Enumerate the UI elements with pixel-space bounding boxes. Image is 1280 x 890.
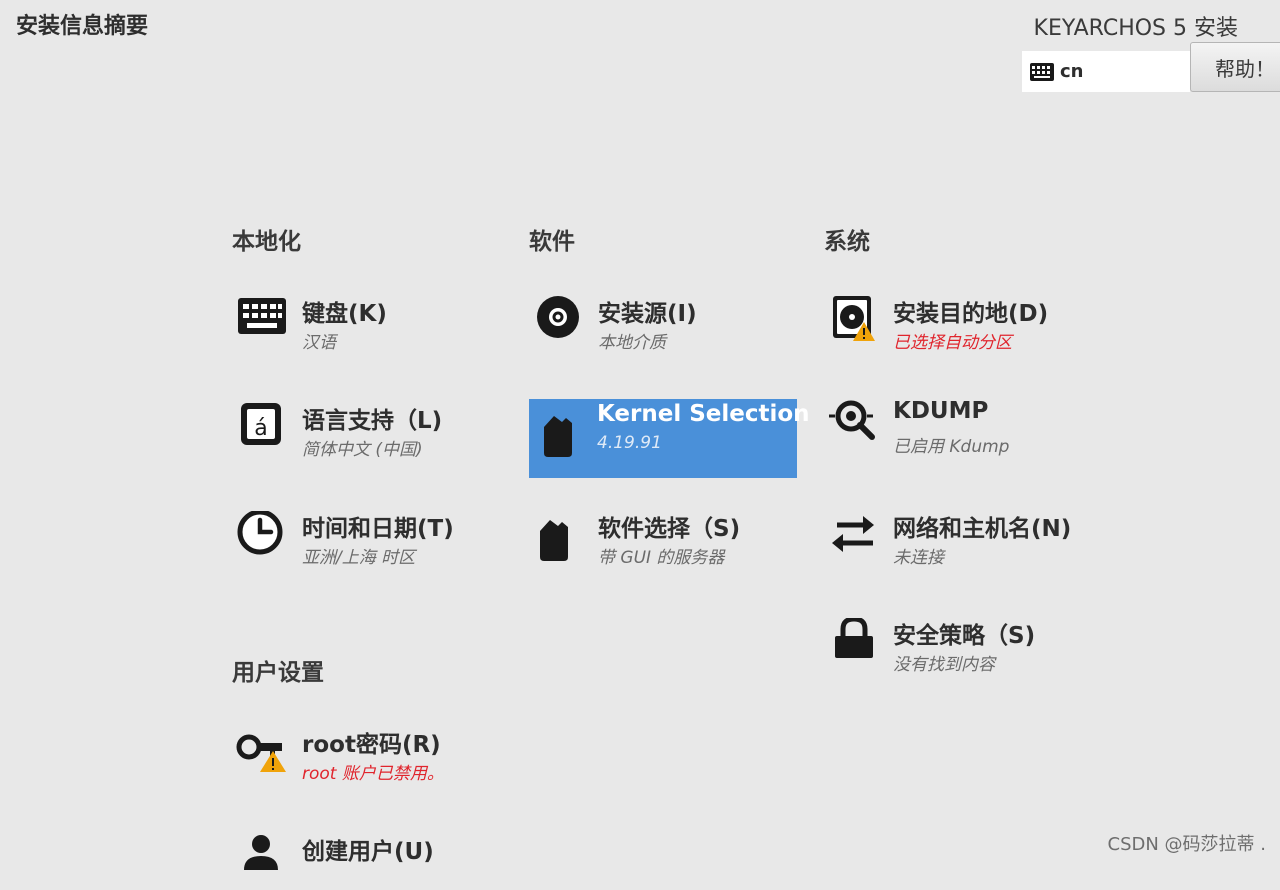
lock-icon: [835, 618, 873, 658]
svg-text:á: á: [254, 416, 267, 441]
clock-icon: [237, 511, 283, 555]
spoke-language[interactable]: á 语言支持（L) 简体中文 (中国): [236, 403, 504, 483]
spoke-installation-source-label: 安装源(I): [598, 301, 697, 327]
section-title-system: 系统: [824, 229, 870, 255]
disc-icon: [537, 296, 579, 338]
spoke-root-password-label: root密码(R): [302, 732, 441, 758]
disk-warning-icon: [833, 296, 875, 341]
spoke-datetime-status: 亚洲/上海 时区: [302, 548, 416, 568]
spoke-software-selection-label: 软件选择（S): [598, 516, 741, 542]
watermark: CSDN @码莎拉蒂 .: [1107, 834, 1266, 855]
spoke-create-user-label: 创建用户(U): [302, 839, 434, 865]
spoke-security-policy-status: 没有找到内容: [893, 655, 995, 675]
package-icon: [544, 416, 572, 457]
spoke-kdump[interactable]: KDUMP 已启用 Kdump: [827, 398, 1095, 480]
language-icon: á: [241, 403, 281, 445]
user-icon: [244, 835, 278, 870]
spoke-root-password-status: root 账户已禁用。: [302, 764, 444, 784]
key-warning-icon: [236, 734, 286, 772]
spoke-kdump-status: 已启用 Kdump: [893, 437, 1010, 457]
spoke-create-user[interactable]: 创建用户(U): [236, 834, 504, 870]
spoke-software-selection[interactable]: 软件选择（S) 带 GUI 的服务器: [532, 511, 800, 591]
spoke-datetime[interactable]: 时间和日期(T) 亚洲/上海 时区: [236, 511, 504, 591]
spoke-network-hostname-status: 未连接: [893, 548, 944, 568]
spoke-kdump-label: KDUMP: [893, 398, 989, 424]
section-title-localization: 本地化: [232, 229, 301, 255]
section-title-user-settings: 用户设置: [232, 660, 324, 686]
spoke-software-selection-status: 带 GUI 的服务器: [598, 548, 725, 568]
spoke-keyboard-label: 键盘(K): [302, 301, 387, 327]
spoke-network-hostname[interactable]: 网络和主机名(N) 未连接: [827, 511, 1095, 591]
spoke-installation-destination-status: 已选择自动分区: [893, 333, 1012, 353]
package-icon: [540, 520, 568, 561]
magnifier-icon: [829, 400, 875, 440]
spoke-language-status: 简体中文 (中国): [302, 440, 423, 460]
spoke-installation-source[interactable]: 安装源(I) 本地介质: [532, 296, 800, 376]
keyboard-layout-indicator[interactable]: cn: [1022, 51, 1190, 92]
keyboard-icon: [1030, 62, 1054, 81]
page-title: 安装信息摘要: [16, 14, 149, 39]
spoke-kernel-selection[interactable]: Kernel Selection 4.19.91: [529, 399, 810, 478]
spoke-keyboard[interactable]: 键盘(K) 汉语: [236, 296, 504, 376]
spoke-kernel-selection-label: Kernel Selection: [597, 401, 810, 427]
arrows-icon: [832, 516, 874, 552]
keyboard-layout-label: cn: [1060, 61, 1084, 82]
spoke-language-label: 语言支持（L): [302, 408, 443, 434]
spoke-installation-source-status: 本地介质: [598, 333, 666, 353]
spoke-installation-destination-label: 安装目的地(D): [893, 301, 1049, 327]
spoke-security-policy-label: 安全策略（S): [893, 623, 1036, 649]
spoke-keyboard-status: 汉语: [302, 333, 336, 353]
spoke-installation-destination[interactable]: 安装目的地(D) 已选择自动分区: [827, 296, 1095, 376]
product-title: KEYARCHOS 5 安装: [1033, 16, 1238, 41]
section-title-software: 软件: [529, 229, 575, 255]
spoke-root-password[interactable]: root密码(R) root 账户已禁用。: [236, 727, 504, 807]
help-button[interactable]: 帮助！: [1190, 42, 1280, 92]
spoke-network-hostname-label: 网络和主机名(N): [893, 516, 1072, 542]
spoke-datetime-label: 时间和日期(T): [302, 516, 454, 542]
spoke-kernel-selection-status: 4.19.91: [597, 433, 662, 453]
spoke-security-policy[interactable]: 安全策略（S) 没有找到内容: [827, 618, 1095, 698]
keyboard-icon: [238, 298, 286, 334]
